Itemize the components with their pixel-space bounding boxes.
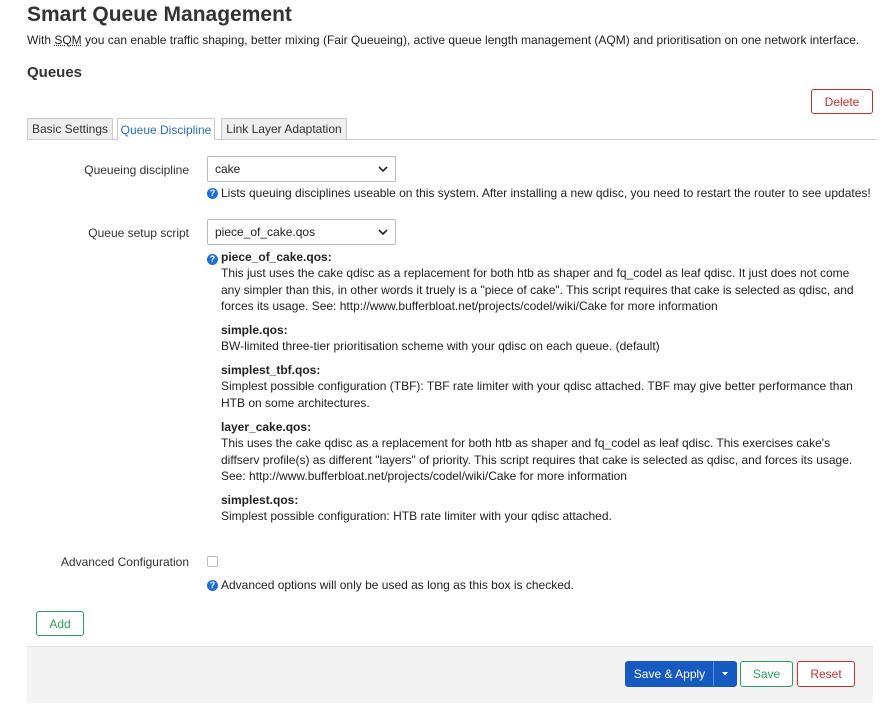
tab-queue-discipline[interactable]: Queue Discipline [117,118,215,140]
script-select[interactable]: piece_of_cake.qos [207,219,396,245]
script-select-value: piece_of_cake.qos [215,225,316,239]
script-name: simple.qos: [221,323,288,337]
section-title: Queues [27,64,83,81]
tab-basic-settings[interactable]: Basic Settings [27,118,113,139]
advanced-label: Advanced Configuration [60,555,189,569]
script-description: layer_cake.qos: This uses the cake qdisc… [221,419,871,485]
help-icon: ? [207,187,218,199]
qdisc-label: Queueing discipline [84,163,189,177]
help-icon: ? [207,254,218,265]
tab-link-layer-adaptation[interactable]: Link Layer Adaptation [221,118,347,139]
script-text: BW-limited three-tier prioritisation sch… [221,339,660,354]
delete-button[interactable]: Delete [811,89,873,114]
chevron-down-icon [378,166,388,173]
chevron-down-icon [378,229,388,236]
script-label: Queue setup script [88,226,189,240]
tab-bar: Basic Settings Queue Discipline Link Lay… [27,118,877,140]
script-description: simplest.qos: Simplest possible configur… [221,492,871,525]
save-apply-button[interactable]: Save & Apply [626,662,714,686]
save-button[interactable]: Save [740,661,793,687]
help-icon: ? [207,579,218,591]
script-text: Simplest possible configuration: HTB rat… [221,509,612,524]
caret-down-icon [722,672,728,676]
page-title: Smart Queue Management [27,3,292,26]
script-name: simplest.qos: [221,493,299,507]
qdisc-help-text: Lists queuing disciplines useable on thi… [221,186,871,200]
script-name: piece_of_cake.qos: [221,250,332,264]
sqm-abbreviation: SQM [54,33,82,47]
script-description: simple.qos: BW-limited three-tier priori… [221,322,871,355]
script-description: simplest_tbf.qos: Simplest possible conf… [221,362,871,411]
add-button[interactable]: Add [36,611,84,636]
script-text: Simplest possible configuration (TBF): T… [221,379,853,410]
save-apply-dropdown-toggle[interactable] [714,662,736,686]
qdisc-select[interactable]: cake [207,156,396,182]
advanced-help-text: Advanced options will only be used as lo… [221,578,574,592]
script-text: This uses the cake qdisc as a replacemen… [221,436,853,484]
script-description: piece_of_cake.qos: This just uses the ca… [221,249,871,315]
script-name: layer_cake.qos: [221,420,312,434]
page-description: With SQM you can enable traffic shaping,… [27,33,860,47]
script-text: This just uses the cake qdisc as a repla… [221,266,854,314]
reset-button[interactable]: Reset [797,661,855,687]
advanced-checkbox[interactable] [207,556,218,567]
qdisc-select-value: cake [215,162,241,176]
qdisc-help: ? Lists queuing disciplines useable on t… [207,186,871,200]
save-apply-button-group: Save & Apply [625,661,737,687]
script-help-icon-wrap: ? [207,251,221,265]
advanced-help: ? Advanced options will only be used as … [207,578,574,592]
script-name: simplest_tbf.qos: [221,363,321,377]
